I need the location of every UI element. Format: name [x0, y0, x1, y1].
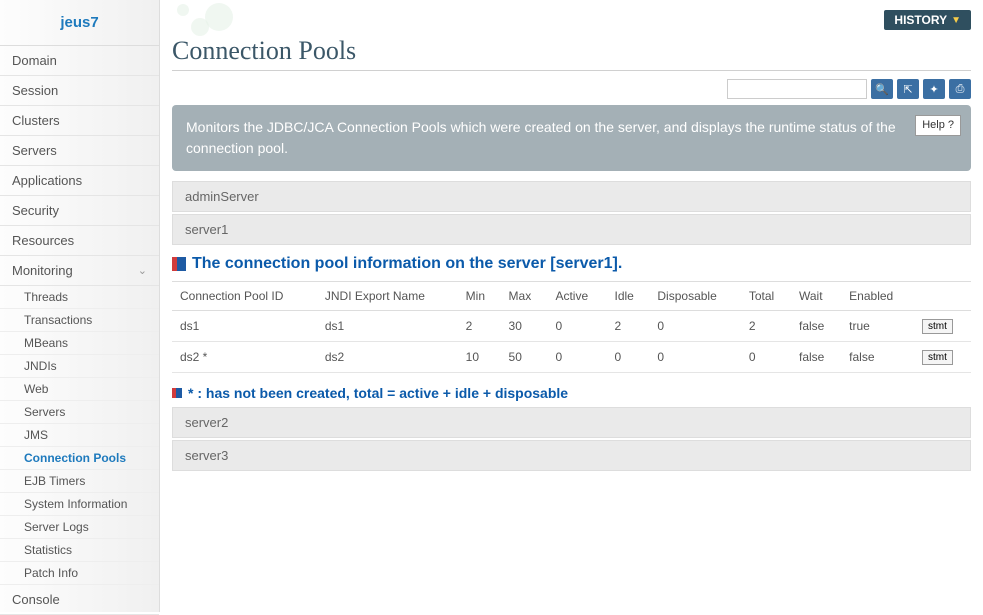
toolstrip: 🔍 ⇱ ✦ ⎙	[172, 79, 971, 99]
sidebar-sub-web[interactable]: Web	[0, 378, 159, 401]
legend-text: * : has not been created, total = active…	[188, 385, 568, 401]
sidebar: jeus7 Domain Session Clusters Servers Ap…	[0, 0, 160, 612]
sidebar-item-label: Monitoring	[12, 263, 73, 278]
sidebar-sub-mbeans[interactable]: MBeans	[0, 332, 159, 355]
th-total: Total	[741, 282, 791, 311]
cell-disposable: 0	[649, 342, 740, 373]
cell-jndi: ds1	[317, 311, 458, 342]
cell-idle: 2	[607, 311, 650, 342]
cell-wait: false	[791, 311, 841, 342]
cell-total: 0	[741, 342, 791, 373]
sidebar-item-servers[interactable]: Servers	[0, 136, 159, 166]
cell-id: ds2 *	[172, 342, 317, 373]
export-icon[interactable]: ⇱	[897, 79, 919, 99]
th-enabled: Enabled	[841, 282, 914, 311]
legend: * : has not been created, total = active…	[172, 385, 971, 401]
sidebar-sub-patch-info[interactable]: Patch Info	[0, 562, 159, 585]
sidebar-logo: jeus7	[0, 0, 159, 46]
connection-pool-table: Connection Pool ID JNDI Export Name Min …	[172, 281, 971, 373]
main-content: HISTORY ▼ Connection Pools 🔍 ⇱ ✦ ⎙ Monit…	[160, 0, 983, 612]
th-max: Max	[501, 282, 548, 311]
cell-max: 30	[501, 311, 548, 342]
sidebar-item-security[interactable]: Security	[0, 196, 159, 226]
cell-min: 10	[458, 342, 501, 373]
th-jndi: JNDI Export Name	[317, 282, 458, 311]
table-row: ds1 ds1 2 30 0 2 0 2 false true stmt	[172, 311, 971, 342]
sidebar-sub-statistics[interactable]: Statistics	[0, 539, 159, 562]
sidebar-item-monitoring[interactable]: Monitoring ⌄	[0, 256, 159, 286]
sidebar-item-domain[interactable]: Domain	[0, 46, 159, 76]
sidebar-item-console[interactable]: Console	[0, 585, 159, 615]
table-header-row: Connection Pool ID JNDI Export Name Min …	[172, 282, 971, 311]
help-button[interactable]: Help ?	[915, 115, 961, 136]
description-panel: Monitors the JDBC/JCA Connection Pools w…	[172, 105, 971, 171]
server-row-server1[interactable]: server1	[172, 214, 971, 245]
sidebar-sub-threads[interactable]: Threads	[0, 286, 159, 309]
sidebar-sub-connection-pools[interactable]: Connection Pools	[0, 447, 159, 470]
page-title: Connection Pools	[172, 36, 971, 71]
cell-active: 0	[547, 342, 606, 373]
sidebar-item-clusters[interactable]: Clusters	[0, 106, 159, 136]
print-icon[interactable]: ⎙	[949, 79, 971, 99]
square-icon	[172, 257, 186, 271]
cell-max: 50	[501, 342, 548, 373]
sidebar-sub-servers[interactable]: Servers	[0, 401, 159, 424]
cell-idle: 0	[607, 342, 650, 373]
th-active: Active	[547, 282, 606, 311]
stmt-button[interactable]: stmt	[922, 350, 953, 365]
th-min: Min	[458, 282, 501, 311]
description-text: Monitors the JDBC/JCA Connection Pools w…	[186, 119, 896, 156]
cell-id: ds1	[172, 311, 317, 342]
sidebar-sub-ejb-timers[interactable]: EJB Timers	[0, 470, 159, 493]
stmt-button[interactable]: stmt	[922, 319, 953, 334]
cell-enabled: true	[841, 311, 914, 342]
sidebar-sub-server-logs[interactable]: Server Logs	[0, 516, 159, 539]
history-label: HISTORY	[894, 13, 947, 27]
th-disposable: Disposable	[649, 282, 740, 311]
section-title: The connection pool information on the s…	[172, 255, 971, 273]
sidebar-item-applications[interactable]: Applications	[0, 166, 159, 196]
chevron-down-icon: ▼	[951, 15, 961, 26]
cell-min: 2	[458, 311, 501, 342]
cell-total: 2	[741, 311, 791, 342]
topbar: HISTORY ▼	[172, 10, 971, 30]
sidebar-sub-system-information[interactable]: System Information	[0, 493, 159, 516]
th-action	[914, 282, 971, 311]
history-button[interactable]: HISTORY ▼	[884, 10, 971, 30]
sidebar-item-resources[interactable]: Resources	[0, 226, 159, 256]
cell-enabled: false	[841, 342, 914, 373]
th-id: Connection Pool ID	[172, 282, 317, 311]
server-row-adminserver[interactable]: adminServer	[172, 181, 971, 212]
sidebar-sub-transactions[interactable]: Transactions	[0, 309, 159, 332]
cell-jndi: ds2	[317, 342, 458, 373]
th-wait: Wait	[791, 282, 841, 311]
xml-icon[interactable]: ✦	[923, 79, 945, 99]
cell-active: 0	[547, 311, 606, 342]
sidebar-item-session[interactable]: Session	[0, 76, 159, 106]
sidebar-sub-jndis[interactable]: JNDIs	[0, 355, 159, 378]
sidebar-sub-jms[interactable]: JMS	[0, 424, 159, 447]
th-idle: Idle	[607, 282, 650, 311]
cell-wait: false	[791, 342, 841, 373]
search-icon[interactable]: 🔍	[871, 79, 893, 99]
server-row-server3[interactable]: server3	[172, 440, 971, 471]
cell-disposable: 0	[649, 311, 740, 342]
chevron-down-icon: ⌄	[138, 264, 147, 277]
section-title-text: The connection pool information on the s…	[192, 255, 622, 273]
table-row: ds2 * ds2 10 50 0 0 0 0 false false stmt	[172, 342, 971, 373]
square-icon	[172, 388, 182, 398]
server-row-server2[interactable]: server2	[172, 407, 971, 438]
search-input[interactable]	[727, 79, 867, 99]
